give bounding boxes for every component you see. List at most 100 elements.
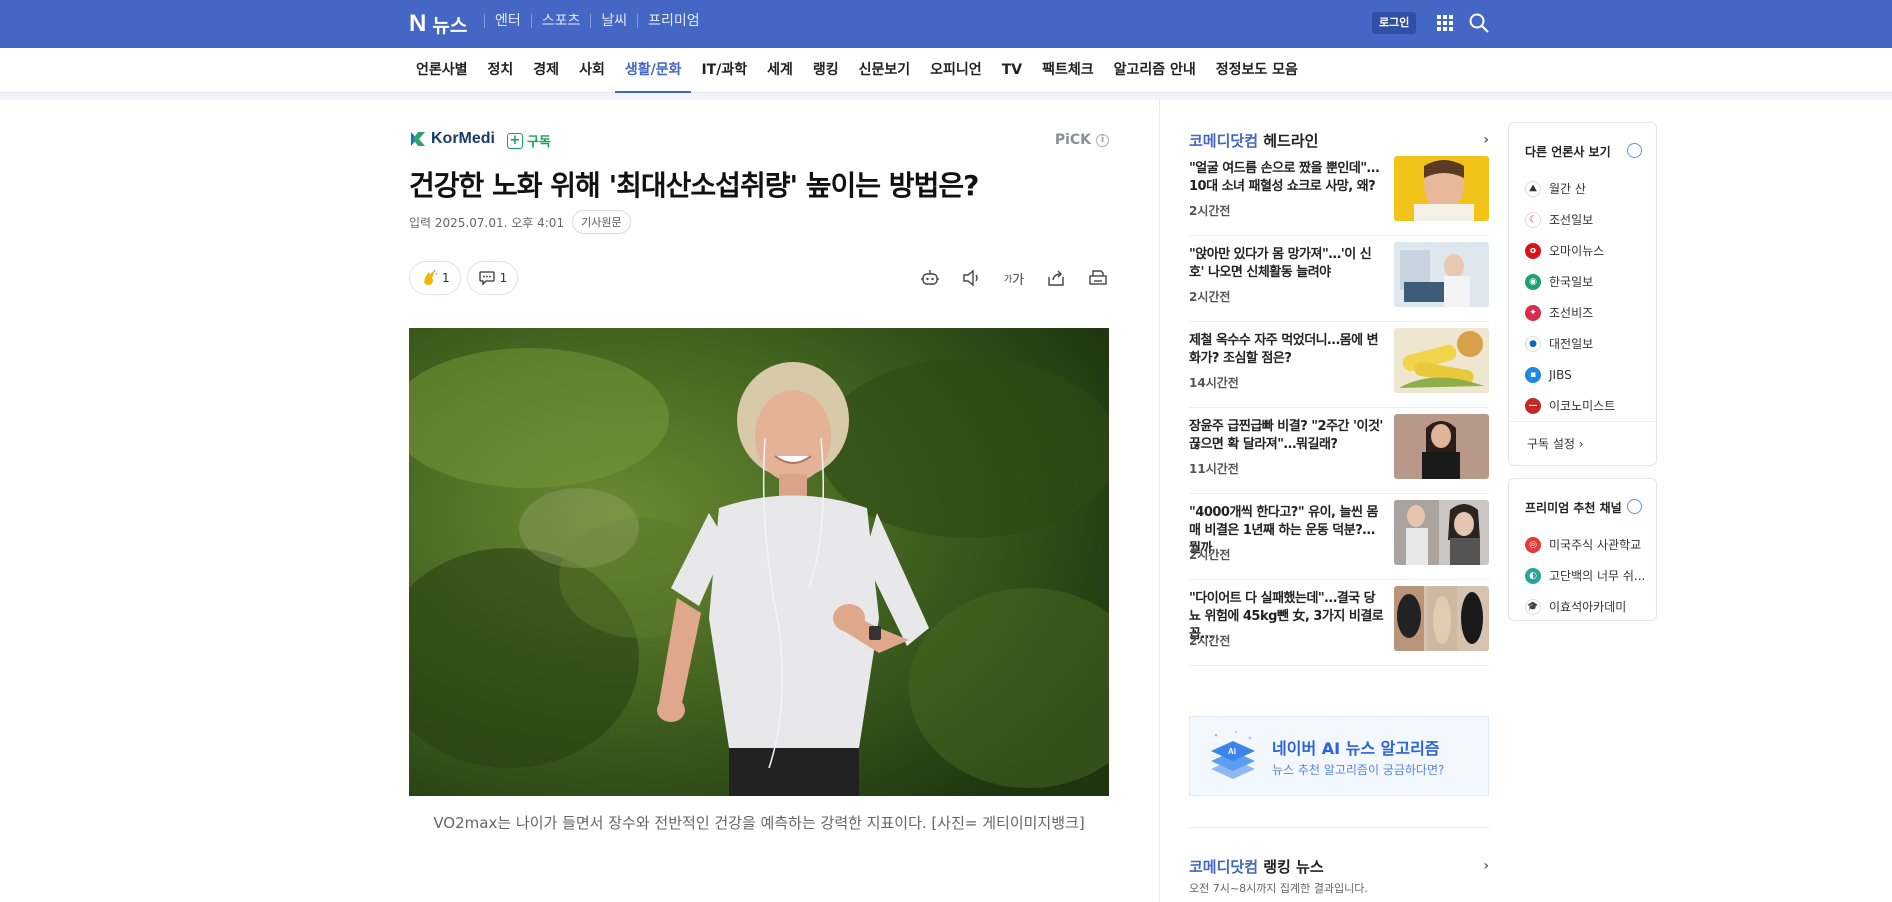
print-icon[interactable]: [1087, 267, 1109, 289]
service-link-entertainment[interactable]: 엔터: [484, 14, 531, 28]
ranking-press-name: 코메디닷컴: [1189, 857, 1259, 876]
ai-banner-subtitle: 뉴스 추천 알고리즘이 궁금하다면?: [1272, 763, 1445, 777]
headline-time: 2시간전: [1189, 548, 1231, 562]
comment-count: 1: [499, 271, 508, 285]
nav-item-tv[interactable]: TV: [992, 48, 1032, 93]
photo-caption: VO2max는 나이가 들면서 장수와 전반적인 건강을 예측하는 강력한 지표…: [433, 814, 1085, 832]
nav-item-algorithm[interactable]: 알고리즘 안내: [1104, 48, 1206, 93]
original-article-button[interactable]: 기사원문: [572, 210, 631, 234]
nav-item-it-science[interactable]: IT/과학: [691, 48, 757, 93]
nav-item-newspaper[interactable]: 신문보기: [849, 48, 921, 93]
service-links: 엔터 스포츠 날씨 프리미엄: [484, 14, 710, 28]
press-logo-icon: ●: [1525, 335, 1541, 352]
login-button[interactable]: 로그인: [1372, 12, 1417, 34]
press-row: KorMedi + 구독 PiCK i: [409, 130, 1109, 152]
headline-thumbnail[interactable]: [1394, 328, 1489, 393]
headline-thumbnail[interactable]: [1394, 156, 1489, 221]
ranking-subtitle: 오전 7시~8시까지 집계한 결과입니다.: [1189, 882, 1368, 895]
nav-item-corrections[interactable]: 정정보도 모음: [1206, 48, 1308, 93]
clap-icon: [424, 269, 438, 285]
press-logo-icon: ⛰: [1525, 180, 1541, 197]
nav-item-life-culture[interactable]: 생활/문화: [614, 48, 692, 93]
news-logo-text[interactable]: 뉴스: [432, 11, 467, 38]
nav-item-opinion[interactable]: 오피니언: [920, 48, 992, 93]
subscribe-button[interactable]: + 구독: [507, 131, 551, 150]
other-press-box: 다른 언론사 보기 ⛰ 월간 산 ☾ 조선일보 o 오마이뉴스 ◉ 한국일보 ✦ 조선비즈…: [1508, 122, 1657, 466]
service-link-premium[interactable]: 프리미엄: [637, 14, 710, 28]
nav-item-world[interactable]: 세계: [757, 48, 803, 93]
nav-item-factcheck[interactable]: 팩트체크: [1032, 48, 1104, 93]
kormedi-mark-icon: [411, 132, 425, 146]
plus-icon: +: [507, 132, 523, 149]
headline-item[interactable]: "앉아만 있다가 몸 망가져"…'이 신호' 나오면 신체활동 늘려야 2시간전: [1189, 236, 1489, 322]
press-item[interactable]: — 이코노미스트: [1525, 390, 1615, 421]
headline-item[interactable]: "얼굴 여드름 손으로 짰을 뿐인데"…10대 소녀 패혈성 쇼크로 사망, 왜…: [1189, 150, 1489, 236]
premium-item[interactable]: 🎓 이효석아카데미: [1525, 591, 1645, 622]
headline-item[interactable]: "다이어트 다 실패했는데"…결국 당뇨 위험에 45kg뺀 女, 3가지 비결…: [1189, 580, 1489, 666]
press-logo-icon: o: [1525, 242, 1541, 259]
press-item[interactable]: ☾ 조선일보: [1525, 204, 1615, 235]
headline-item[interactable]: 제철 옥수수 자주 먹었더니…몸에 변화가? 조심할 점은? 14시간전: [1189, 322, 1489, 408]
ai-algorithm-banner[interactable]: AI 네이버 AI 뉴스 알고리즘 뉴스 추천 알고리즘이 궁금하다면?: [1189, 716, 1489, 796]
headline-thumbnail[interactable]: [1394, 586, 1489, 651]
subscription-settings-link[interactable]: 구독 설정 ›: [1527, 435, 1584, 452]
nav-item-economy[interactable]: 경제: [523, 48, 569, 93]
comment-button[interactable]: 1: [466, 261, 519, 295]
headline-title[interactable]: 제철 옥수수 자주 먹었더니…몸에 변화가? 조심할 점은?: [1189, 332, 1384, 368]
premium-item[interactable]: ◐ 고단백의 너무 쉬...: [1525, 560, 1645, 591]
press-item[interactable]: ⛰ 월간 산: [1525, 173, 1615, 204]
nav-item-politics[interactable]: 정치: [478, 48, 524, 93]
nav-item-ranking[interactable]: 랭킹: [803, 48, 849, 93]
summary-bot-icon[interactable]: [919, 267, 941, 289]
press-item[interactable]: ▪ JIBS: [1525, 359, 1615, 390]
premium-item[interactable]: ◎ 미국주식 사관학교: [1525, 529, 1645, 560]
like-button[interactable]: 1: [409, 261, 461, 295]
refresh-icon[interactable]: [1627, 143, 1642, 158]
article-dateline: 입력 2025.07.01. 오후 4:01 기사원문: [409, 210, 631, 234]
nav-item-society[interactable]: 사회: [569, 48, 615, 93]
headline-thumbnail[interactable]: [1394, 500, 1489, 565]
headline-thumbnail[interactable]: [1394, 414, 1489, 479]
chevron-right-icon[interactable]: ›: [1483, 858, 1489, 874]
article-photo: [409, 328, 1109, 796]
headline-thumbnail[interactable]: [1394, 242, 1489, 307]
apps-grid-icon[interactable]: [1436, 14, 1454, 32]
info-icon[interactable]: i: [1096, 133, 1109, 147]
headline-title[interactable]: 장윤주 급찐급빠 비결? "2주간 '이것' 끊으면 확 달라져"…뭐길래?: [1189, 418, 1384, 454]
chevron-right-icon[interactable]: ›: [1483, 132, 1489, 148]
press-logo-icon: ✦: [1525, 304, 1541, 321]
subscribe-label: 구독: [527, 135, 551, 150]
press-logo[interactable]: KorMedi: [409, 130, 495, 148]
refresh-icon[interactable]: [1627, 499, 1642, 514]
press-ranking: 코메디닷컴 랭킹 뉴스 › 오전 7시~8시까지 집계한 결과입니다.: [1189, 856, 1489, 896]
headlines-title[interactable]: 코메디닷컴 헤드라인 ›: [1189, 130, 1489, 150]
press-item[interactable]: ✦ 조선비즈: [1525, 297, 1615, 328]
headline-title[interactable]: "얼굴 여드름 손으로 짰을 뿐인데"…10대 소녀 패혈성 쇼크로 사망, 왜…: [1189, 160, 1384, 196]
share-icon[interactable]: [1045, 267, 1067, 289]
headline-time: 2시간전: [1189, 634, 1231, 648]
headline-item[interactable]: "4000개씩 한다고?" 유이, 늘씬 몸매 비결은 1년째 하는 운동 덕분…: [1189, 494, 1489, 580]
ai-banner-title: 네이버 AI 뉴스 알고리즘: [1272, 739, 1440, 758]
service-link-weather[interactable]: 날씨: [590, 14, 637, 28]
nav-item-press[interactable]: 언론사별: [406, 48, 478, 93]
naver-news-logo[interactable]: N 뉴스: [409, 10, 467, 38]
comment-icon: [478, 271, 495, 286]
search-icon[interactable]: [1468, 12, 1490, 34]
pick-badge[interactable]: PiCK i: [1055, 132, 1109, 148]
press-item[interactable]: o 오마이뉴스: [1525, 235, 1615, 266]
press-logo-icon: —: [1525, 397, 1541, 414]
press-logo-text: KorMedi: [431, 130, 495, 147]
press-item[interactable]: ◉ 한국일보: [1525, 266, 1615, 297]
service-link-sports[interactable]: 스포츠: [530, 14, 591, 28]
naver-logo[interactable]: N: [409, 10, 426, 38]
headline-title[interactable]: "앉아만 있다가 몸 망가져"…'이 신호' 나오면 신체활동 늘려야: [1189, 246, 1384, 282]
press-item[interactable]: ● 대전일보: [1525, 328, 1615, 359]
speaker-icon[interactable]: [961, 267, 983, 289]
ranking-title[interactable]: 코메디닷컴 랭킹 뉴스 ›: [1189, 856, 1489, 876]
headlines-press-name: 코메디닷컴: [1189, 131, 1259, 150]
press-logo-icon: ☾: [1525, 211, 1541, 228]
ranking-divider: [1189, 827, 1489, 828]
headline-time: 11시간전: [1189, 462, 1239, 476]
font-size-icon[interactable]: 가가: [1003, 267, 1025, 289]
headline-item[interactable]: 장윤주 급찐급빠 비결? "2주간 '이것' 끊으면 확 달라져"…뭐길래? 1…: [1189, 408, 1489, 494]
